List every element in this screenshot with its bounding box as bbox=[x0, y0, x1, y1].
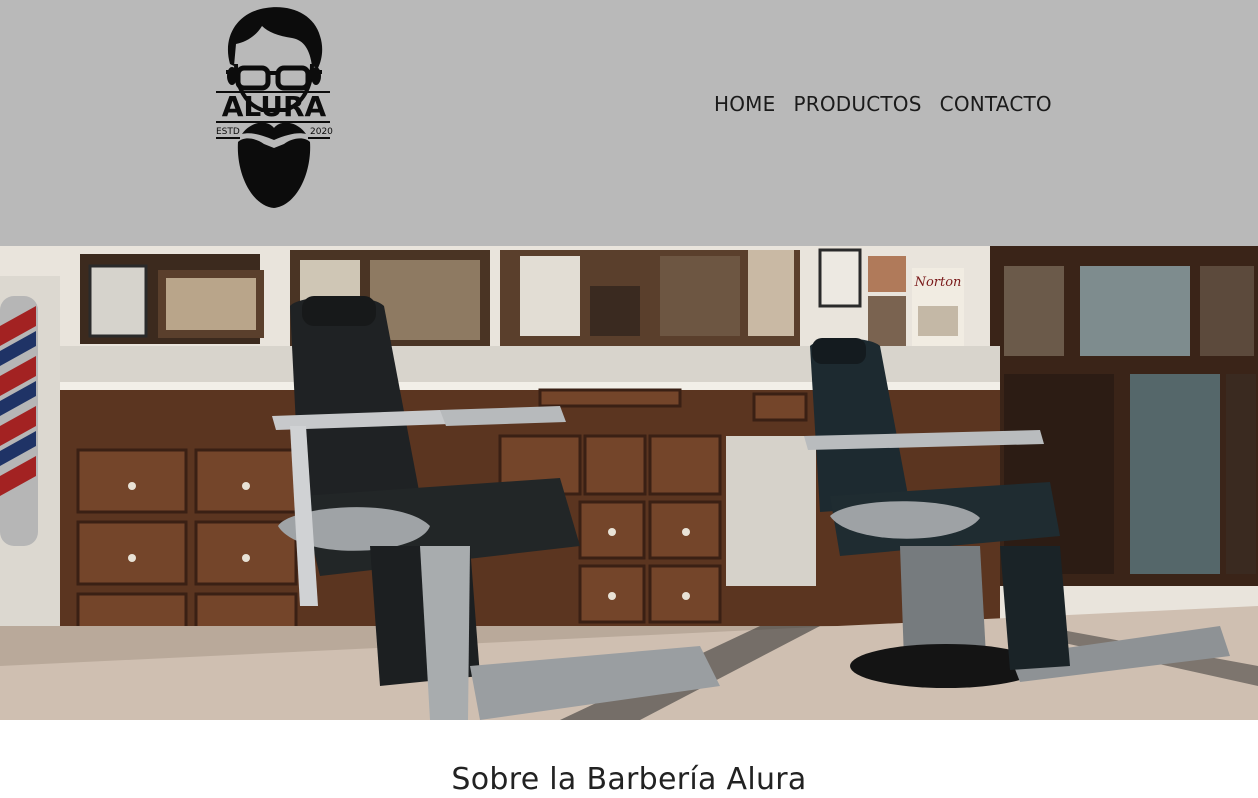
site-header: ALURA ESTD 2020 HOME PRODUCTOS CONTACTO bbox=[0, 0, 1258, 246]
norton-sign-text: Norton bbox=[914, 275, 962, 290]
barbershop-hero-image: Norton bbox=[0, 246, 1258, 720]
about-title: Sobre la Barbería Alura bbox=[451, 762, 807, 797]
logo-estd-text: ESTD bbox=[216, 127, 240, 137]
main-nav: HOME PRODUCTOS CONTACTO bbox=[714, 92, 1052, 116]
bearded-man-logo-icon: ALURA ESTD 2020 bbox=[216, 7, 333, 208]
alura-logo[interactable]: ALURA ESTD 2020 bbox=[212, 6, 336, 210]
nav-home-link[interactable]: HOME bbox=[714, 92, 775, 116]
nav-contacto-link[interactable]: CONTACTO bbox=[940, 92, 1052, 116]
logo-brand-text: ALURA bbox=[222, 90, 327, 123]
nav-productos-link[interactable]: PRODUCTOS bbox=[793, 92, 921, 116]
logo-year-text: 2020 bbox=[310, 127, 333, 137]
